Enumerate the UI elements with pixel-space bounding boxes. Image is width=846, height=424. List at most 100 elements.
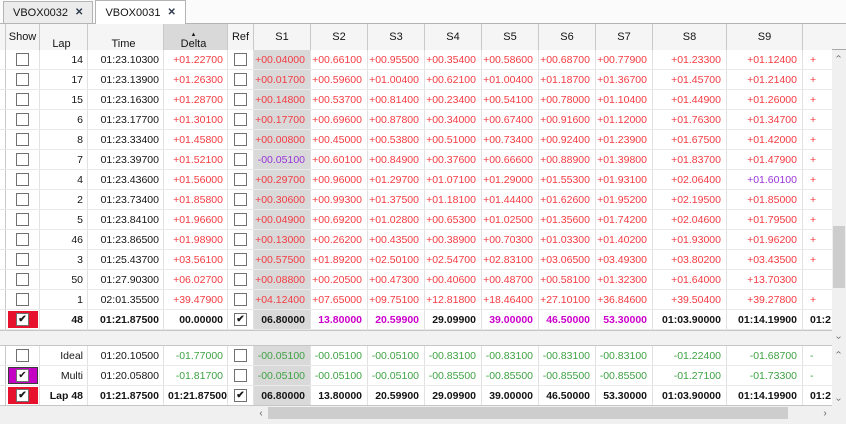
scrollbar-thumb[interactable] — [268, 407, 788, 419]
scroll-right-icon[interactable]: › — [818, 406, 832, 420]
unchecked-checkbox[interactable] — [16, 349, 29, 362]
time-cell: 02:01.35500 — [88, 290, 164, 309]
lap-row[interactable]: Ideal01:20.10500-01.77000-00.05100-00.05… — [0, 346, 832, 366]
lap-row[interactable]: 1501:23.16300+01.28700+00.14800+00.53700… — [0, 90, 832, 110]
unchecked-checkbox[interactable] — [16, 213, 29, 226]
ref-cell — [228, 210, 254, 229]
lap-row[interactable]: 1701:23.13900+01.26300+00.01700+00.59600… — [0, 70, 832, 90]
sector-cell: +01.74200 — [596, 210, 653, 229]
sector-cell: +01.93100 — [596, 170, 653, 189]
column-header-s8[interactable]: S8 — [653, 24, 727, 50]
sector-cell: +01.35600 — [539, 210, 596, 229]
unchecked-checkbox[interactable] — [234, 349, 247, 362]
header-spacer — [803, 24, 832, 50]
unchecked-checkbox[interactable] — [234, 369, 247, 382]
lap-row[interactable]: ✔Lap 4801:21.8750001:21.87500✔06.8000013… — [0, 386, 832, 406]
close-icon[interactable]: ✕ — [167, 8, 175, 18]
sector-cell: +01.45700 — [653, 70, 727, 89]
unchecked-checkbox[interactable] — [234, 253, 247, 266]
lap-row[interactable]: 4601:23.86500+01.98900+00.13000+00.26200… — [0, 230, 832, 250]
unchecked-checkbox[interactable] — [234, 113, 247, 126]
lap-row[interactable]: 301:25.43700+03.56100+00.57500+01.89200+… — [0, 250, 832, 270]
unchecked-checkbox[interactable] — [234, 73, 247, 86]
close-icon[interactable]: ✕ — [75, 8, 83, 18]
column-header-s6[interactable]: S6 — [539, 24, 596, 50]
column-header-show[interactable]: Show — [6, 24, 40, 50]
sector-cell: +00.08800 — [254, 270, 311, 289]
column-header-s2[interactable]: S2 — [311, 24, 368, 50]
unchecked-checkbox[interactable] — [234, 233, 247, 246]
checked-checkbox[interactable]: ✔ — [234, 313, 247, 326]
sector-cell: +01.95200 — [596, 190, 653, 209]
lap-row[interactable]: 201:23.73400+01.85800+00.30600+00.99300+… — [0, 190, 832, 210]
column-header-lap[interactable]: Lap — [40, 24, 88, 50]
column-header-s4[interactable]: S4 — [425, 24, 482, 50]
lap-row[interactable]: 601:23.17700+01.30100+00.17700+00.69600+… — [0, 110, 832, 130]
sector-overflow-cell: + — [803, 210, 832, 229]
checked-checkbox[interactable]: ✔ — [16, 369, 29, 382]
unchecked-checkbox[interactable] — [234, 133, 247, 146]
scroll-down-icon[interactable]: › — [832, 331, 846, 344]
lap-row[interactable]: ✔4801:21.8750000.00000✔06.8000013.800002… — [0, 310, 832, 330]
unchecked-checkbox[interactable] — [16, 93, 29, 106]
lap-row[interactable]: 401:23.43600+01.56000+00.29700+00.96000+… — [0, 170, 832, 190]
unchecked-checkbox[interactable] — [234, 193, 247, 206]
scrollbar-thumb[interactable] — [833, 226, 845, 288]
tab-vbox0031[interactable]: VBOX0031 ✕ — [95, 0, 185, 24]
unchecked-checkbox[interactable] — [234, 53, 247, 66]
column-header-ref[interactable]: Ref — [228, 24, 254, 50]
sector-cell: +13.70300 — [727, 270, 803, 289]
lap-row[interactable]: 102:01.35500+39.47900+04.12400+07.65000+… — [0, 290, 832, 310]
sector-cell: 29.09900 — [425, 386, 482, 405]
checked-checkbox[interactable]: ✔ — [16, 313, 29, 326]
sector-cell: +01.40200 — [596, 230, 653, 249]
unchecked-checkbox[interactable] — [234, 93, 247, 106]
column-header-delta[interactable]: ▲Delta — [164, 24, 228, 50]
unchecked-checkbox[interactable] — [234, 273, 247, 286]
unchecked-checkbox[interactable] — [16, 193, 29, 206]
unchecked-checkbox[interactable] — [16, 133, 29, 146]
sector-overflow-cell: - — [803, 346, 832, 365]
unchecked-checkbox[interactable] — [16, 53, 29, 66]
unchecked-checkbox[interactable] — [16, 253, 29, 266]
column-header-time[interactable]: Time — [88, 24, 164, 50]
unchecked-checkbox[interactable] — [234, 173, 247, 186]
checked-checkbox[interactable]: ✔ — [234, 389, 247, 402]
checked-checkbox[interactable]: ✔ — [16, 389, 29, 402]
unchecked-checkbox[interactable] — [16, 293, 29, 306]
tab-vbox0032[interactable]: VBOX0032 ✕ — [3, 1, 93, 23]
column-header-s3[interactable]: S3 — [368, 24, 425, 50]
sector-cell: -00.05100 — [254, 366, 311, 385]
lap-row[interactable]: 1401:23.10300+01.22700+00.04000+00.66100… — [0, 50, 832, 70]
unchecked-checkbox[interactable] — [16, 273, 29, 286]
lap-row[interactable]: 5001:27.90300+06.02700+00.08800+00.20500… — [0, 270, 832, 290]
summary-table-body: Ideal01:20.10500-01.77000-00.05100-00.05… — [0, 346, 832, 406]
vertical-scrollbar[interactable]: › › — [832, 50, 846, 344]
column-header-s5[interactable]: S5 — [482, 24, 539, 50]
time-cell: 01:20.05800 — [88, 366, 164, 385]
unchecked-checkbox[interactable] — [16, 173, 29, 186]
sector-cell: +00.58600 — [482, 50, 539, 69]
column-header-s7[interactable]: S7 — [596, 24, 653, 50]
scroll-up-icon[interactable]: › — [832, 346, 846, 359]
horizontal-scrollbar[interactable]: ‹ › — [0, 406, 846, 420]
unchecked-checkbox[interactable] — [16, 233, 29, 246]
unchecked-checkbox[interactable] — [16, 113, 29, 126]
lap-row[interactable]: 701:23.39700+01.52100-00.05100+00.60100+… — [0, 150, 832, 170]
lap-row[interactable]: ✔Multi01:20.05800-01.81700-00.05100-00.0… — [0, 366, 832, 386]
column-header-s1[interactable]: S1 — [254, 24, 311, 50]
unchecked-checkbox[interactable] — [16, 73, 29, 86]
show-cell — [6, 190, 40, 209]
scroll-left-icon[interactable]: ‹ — [254, 406, 268, 420]
sector-overflow-cell: 01:2 — [803, 386, 832, 405]
unchecked-checkbox[interactable] — [16, 153, 29, 166]
lap-row[interactable]: 501:23.84100+01.96600+00.04900+00.69200+… — [0, 210, 832, 230]
unchecked-checkbox[interactable] — [234, 213, 247, 226]
column-header-s9[interactable]: S9 — [727, 24, 803, 50]
summary-vertical-scrollbar[interactable]: › › — [832, 346, 846, 406]
unchecked-checkbox[interactable] — [234, 293, 247, 306]
unchecked-checkbox[interactable] — [234, 153, 247, 166]
scroll-down-icon[interactable]: › — [832, 393, 846, 406]
lap-row[interactable]: 801:23.33400+01.45800+00.00800+00.45000+… — [0, 130, 832, 150]
scroll-up-icon[interactable]: › — [832, 50, 846, 63]
